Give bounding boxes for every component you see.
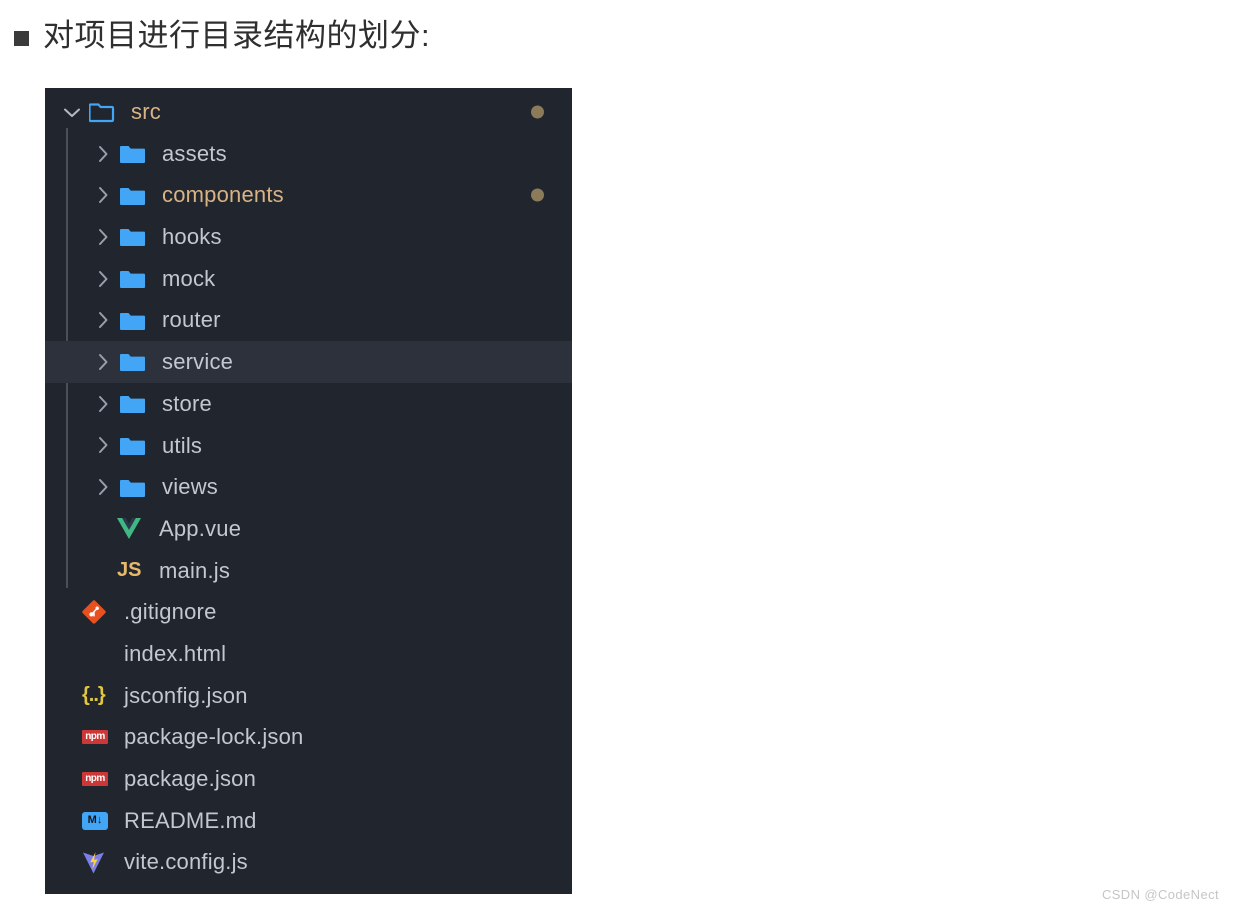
tree-row--gitignore[interactable]: .gitignore (45, 591, 572, 633)
tree-row-label: .gitignore (124, 599, 217, 625)
tree-row-content: src (45, 91, 161, 133)
folder-icon (120, 349, 150, 375)
tree-row-label: index.html (124, 640, 227, 666)
page-heading: 对项目进行目录结构的划分: (14, 16, 430, 56)
tree-row-label: assets (162, 140, 227, 166)
chevron-right-icon[interactable] (92, 309, 114, 331)
tree-row-content: App.vue (45, 508, 241, 550)
tree-row-package-json[interactable]: npm package.json (45, 758, 572, 800)
tree-row-label: hooks (162, 224, 222, 250)
tree-row-app-vue[interactable]: App.vue (45, 508, 572, 550)
npm-icon: npm (82, 724, 112, 750)
tree-row-content: store (45, 383, 212, 425)
tree-row-utils[interactable]: utils (45, 425, 572, 467)
folder-icon (120, 307, 150, 333)
tree-row-label: store (162, 390, 212, 416)
chevron-right-icon[interactable] (92, 434, 114, 456)
tree-row-content: M↓ README.md (45, 800, 257, 842)
tree-row-content: npm package-lock.json (45, 716, 304, 758)
tree-row-components[interactable]: components (45, 174, 572, 216)
js-icon-glyph: JS (117, 559, 142, 582)
tree-row-label: vite.config.js (124, 849, 248, 875)
tree-row-src[interactable]: src (45, 91, 572, 133)
vite-icon (82, 849, 112, 875)
tree-row-assets[interactable]: assets (45, 133, 572, 175)
git-icon (82, 599, 112, 625)
json-icon: {..} (82, 682, 112, 708)
folder-icon (120, 474, 150, 500)
tree-row-store[interactable]: store (45, 383, 572, 425)
json-icon-glyph: {..} (82, 684, 106, 707)
status-dot-badge (531, 105, 544, 119)
npm-icon-glyph: npm (82, 730, 108, 745)
chevron-right-icon[interactable] (92, 268, 114, 290)
tree-row-router[interactable]: router (45, 299, 572, 341)
tree-row-content: index.html (45, 633, 226, 675)
folder-icon (120, 391, 150, 417)
tree-row-content: JS main.js (45, 550, 230, 592)
tree-row-label: mock (162, 265, 216, 291)
tree-row-label: views (162, 474, 219, 500)
tree-row-content: service (45, 341, 233, 383)
watermark: CSDN @CodeNect (1101, 887, 1219, 902)
tree-row-content: assets (45, 133, 227, 175)
markdown-icon: M↓ (82, 808, 112, 834)
tree-row-mock[interactable]: mock (45, 258, 572, 300)
npm-icon: npm (82, 766, 112, 792)
tree-row-hooks[interactable]: hooks (45, 216, 572, 258)
file-tree: src assets components hooks mock router servic… (45, 88, 572, 883)
chevron-right-icon[interactable] (92, 226, 114, 248)
folder-icon (120, 182, 150, 208)
tree-row-content: components (45, 174, 284, 216)
folder-icon (120, 432, 150, 458)
chevron-right-icon[interactable] (92, 143, 114, 165)
tree-row-label: src (131, 99, 161, 124)
vue-icon (117, 516, 147, 542)
chevron-down-icon[interactable] (61, 101, 83, 123)
page-title: 对项目进行目录结构的划分: (43, 18, 431, 53)
folder-icon (120, 141, 150, 167)
tree-row-views[interactable]: views (45, 466, 572, 508)
folder-icon (120, 266, 150, 292)
tree-row-content: npm package.json (45, 758, 256, 800)
tree-row-label: components (162, 182, 284, 208)
tree-row-label: router (162, 307, 221, 333)
tree-row-content: utils (45, 425, 202, 467)
js-icon: JS (117, 557, 147, 583)
tree-row-label: package.json (124, 766, 257, 791)
tree-row-vite-config-js[interactable]: vite.config.js (45, 841, 572, 883)
folder-icon (120, 224, 150, 250)
tree-row-label: package-lock.json (124, 724, 304, 750)
tree-row-content: views (45, 466, 218, 508)
tree-row-label: utils (162, 432, 203, 458)
tree-row-service[interactable]: service (45, 341, 572, 383)
html-icon (82, 641, 112, 667)
tree-row-content: {..} jsconfig.json (45, 675, 248, 717)
tree-row-index-html[interactable]: index.html (45, 633, 572, 675)
tree-row-label: main.js (159, 557, 231, 583)
tree-row-package-lock-json[interactable]: npm package-lock.json (45, 716, 572, 758)
chevron-right-icon[interactable] (92, 351, 114, 373)
npm-icon-glyph: npm (82, 771, 108, 786)
chevron-right-icon[interactable] (92, 393, 114, 415)
tree-row-label: service (162, 349, 234, 375)
tree-row-readme-md[interactable]: M↓ README.md (45, 800, 572, 842)
chevron-right-icon[interactable] (92, 476, 114, 498)
square-bullet-icon (14, 30, 29, 46)
tree-row-label: jsconfig.json (124, 682, 248, 708)
tree-row-label: README.md (124, 807, 257, 833)
markdown-icon-glyph: M↓ (82, 811, 108, 830)
chevron-right-icon[interactable] (92, 184, 114, 206)
tree-row-jsconfig-json[interactable]: {..} jsconfig.json (45, 675, 572, 717)
folder-open-icon (89, 99, 119, 125)
status-dot-badge (531, 188, 544, 202)
file-explorer-panel: src assets components hooks mock router servic… (45, 88, 572, 894)
tree-row-content: vite.config.js (45, 841, 248, 883)
tree-row-content: mock (45, 258, 215, 300)
tree-row-content: hooks (45, 216, 222, 258)
tree-row-content: router (45, 299, 221, 341)
tree-row-content: .gitignore (45, 591, 217, 633)
tree-row-main-js[interactable]: JS main.js (45, 550, 572, 592)
tree-row-label: App.vue (159, 515, 242, 541)
